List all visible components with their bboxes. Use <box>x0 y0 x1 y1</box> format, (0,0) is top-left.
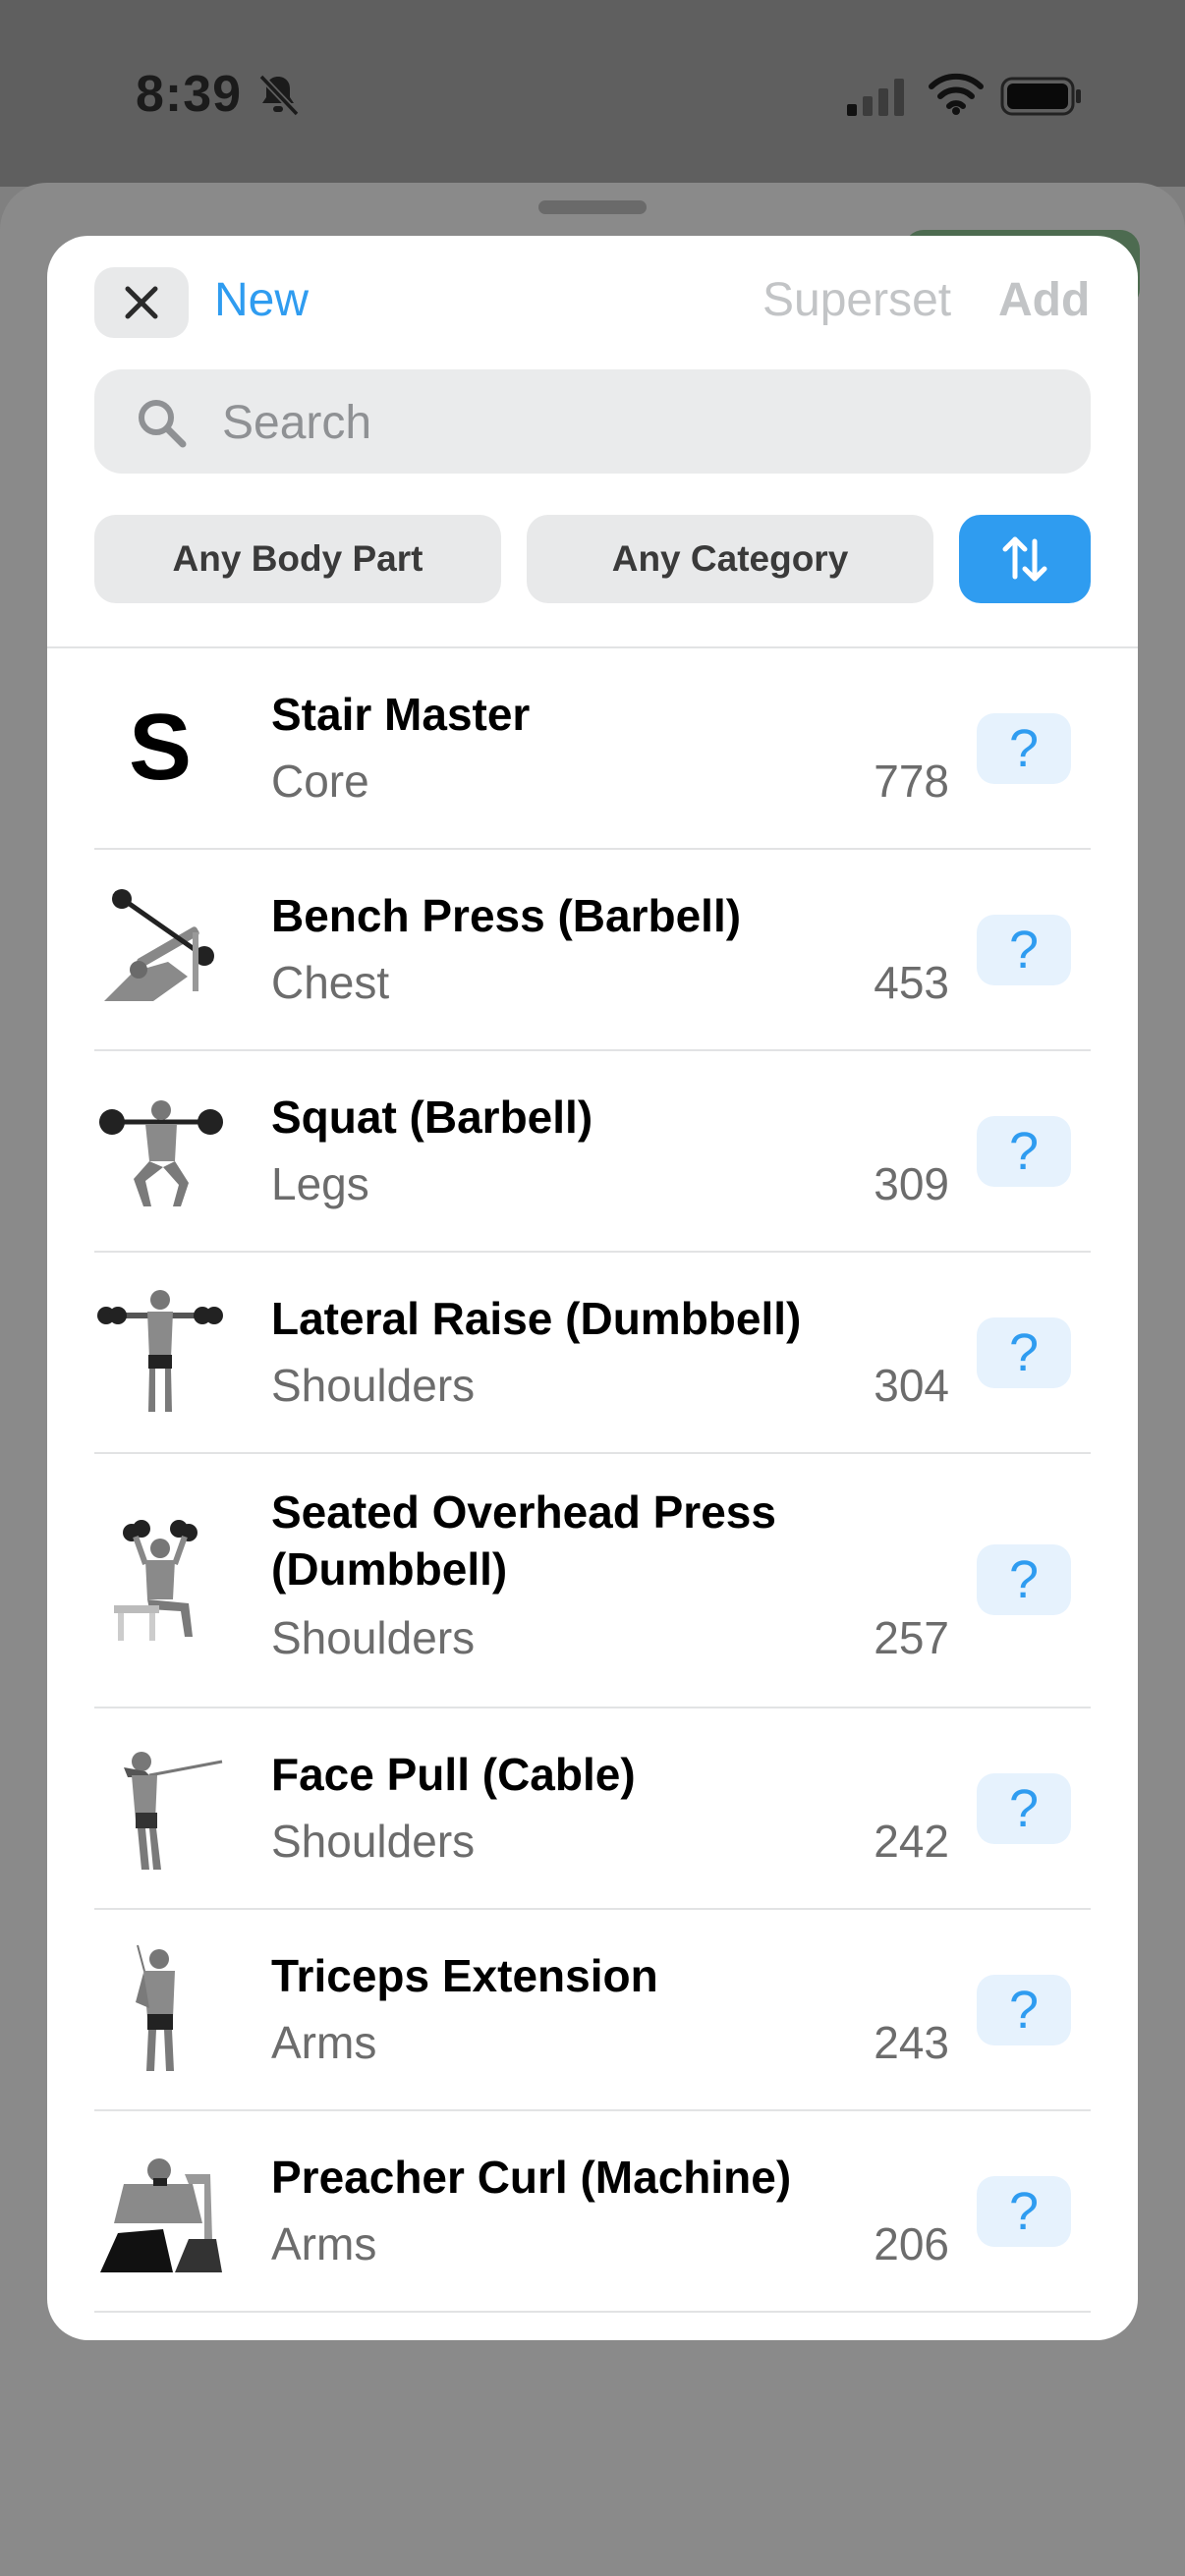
status-time: 8:39 <box>136 66 243 123</box>
exercise-body-part: Legs <box>271 1158 369 1209</box>
help-button[interactable]: ? <box>977 915 1071 985</box>
exercise-body-part: Arms <box>271 2218 377 2269</box>
close-button[interactable] <box>94 267 189 338</box>
body-part-filter-button[interactable]: Any Body Part <box>94 515 501 603</box>
exercise-row[interactable]: Face Pull (Cable) Shoulders 242 ? <box>47 1708 1138 1910</box>
face-pull-illustration <box>124 1752 223 1870</box>
exercise-row[interactable]: S Stair Master Core 778 ? <box>47 648 1138 850</box>
exercise-body-part: Arms <box>271 2017 377 2068</box>
wifi-icon <box>929 73 984 115</box>
exercise-row[interactable]: Lateral Raise (Dumbbell) Shoulders 304 ? <box>47 1253 1138 1454</box>
sort-button[interactable] <box>959 515 1091 603</box>
exercise-body-part: Shoulders <box>271 1612 476 1663</box>
bench-press-illustration <box>104 889 214 1001</box>
help-button[interactable]: ? <box>977 1544 1071 1615</box>
new-exercise-button[interactable]: New <box>214 273 309 327</box>
search-input[interactable] <box>220 369 1069 476</box>
preacher-curl-illustration <box>100 2158 222 2272</box>
exercise-row[interactable]: Seated Overhead Press (Dumbbell) Shoulde… <box>47 1454 1138 1708</box>
exercise-count: 304 <box>874 1360 949 1411</box>
row-divider <box>94 2311 1091 2313</box>
exercise-row[interactable]: Triceps Extension Arms 243 ? <box>47 1910 1138 2111</box>
exercise-body-part: Chest <box>271 957 390 1008</box>
question-mark-icon: ? <box>1008 1779 1040 1838</box>
exercise-name: Preacher Curl (Machine) <box>271 2152 792 2203</box>
add-button[interactable]: Add <box>998 273 1090 327</box>
exercise-name: Seated Overhead Press (Dumbbell) <box>271 1486 776 1595</box>
exercise-row[interactable]: Squat (Barbell) Legs 309 ? <box>47 1051 1138 1253</box>
exercise-letter-avatar: S <box>128 695 193 800</box>
help-button[interactable]: ? <box>977 1975 1071 2045</box>
cellular-signal-icon <box>847 79 904 116</box>
category-filter-button[interactable]: Any Category <box>527 515 933 603</box>
exercise-count: 206 <box>874 2218 949 2269</box>
help-button[interactable]: ? <box>977 1773 1071 1844</box>
question-mark-icon: ? <box>1008 719 1040 778</box>
exercise-name: Squat (Barbell) <box>271 1092 593 1143</box>
exercise-count: 257 <box>874 1612 949 1663</box>
exercise-count: 242 <box>874 1816 949 1867</box>
help-button[interactable]: ? <box>977 713 1071 784</box>
exercise-list: S Stair Master Core 778 ? Bench Press (B… <box>47 648 1138 2313</box>
question-mark-icon: ? <box>1008 2182 1040 2241</box>
status-bar: 8:39 <box>0 0 1185 187</box>
close-icon <box>125 286 158 319</box>
category-filter-label: Any Category <box>611 538 849 579</box>
help-button[interactable]: ? <box>977 1317 1071 1388</box>
triceps-extension-illustration <box>136 1944 175 2071</box>
question-mark-icon: ? <box>1008 1550 1040 1609</box>
body-part-filter-label: Any Body Part <box>172 538 423 579</box>
exercise-count: 243 <box>874 2017 949 2068</box>
search-icon <box>139 400 187 448</box>
squat-illustration <box>99 1100 223 1206</box>
exercise-body-part: Shoulders <box>271 1816 476 1867</box>
exercise-count: 309 <box>874 1158 949 1209</box>
exercise-count: 778 <box>874 756 949 807</box>
help-button[interactable]: ? <box>977 1116 1071 1187</box>
exercise-name: Face Pull (Cable) <box>271 1749 636 1800</box>
question-mark-icon: ? <box>1008 1981 1040 2040</box>
exercise-body-part: Core <box>271 756 369 807</box>
exercise-count: 453 <box>874 957 949 1008</box>
lateral-raise-illustration <box>97 1290 223 1412</box>
exercise-row[interactable]: Bench Press (Barbell) Chest 453 ? <box>47 850 1138 1051</box>
bell-slash-icon <box>258 74 300 117</box>
question-mark-icon: ? <box>1008 921 1040 980</box>
exercise-name: Stair Master <box>271 689 531 740</box>
exercise-body-part: Shoulders <box>271 1360 476 1411</box>
exercise-name: Bench Press (Barbell) <box>271 890 742 941</box>
question-mark-icon: ? <box>1008 1323 1040 1382</box>
exercise-name: Triceps Extension <box>271 1950 658 2001</box>
exercise-row[interactable]: Preacher Curl (Machine) Arms 206 ? <box>47 2111 1138 2313</box>
help-button[interactable]: ? <box>977 2176 1071 2247</box>
search-bar[interactable] <box>94 369 1091 476</box>
sort-arrows-icon <box>1002 536 1047 582</box>
battery-icon <box>1000 77 1081 116</box>
question-mark-icon: ? <box>1008 1122 1040 1181</box>
add-exercise-modal: New Superset Add Any Body Part Any Categ… <box>47 236 1138 2340</box>
exercise-name: Lateral Raise (Dumbbell) <box>271 1293 802 1344</box>
seated-press-illustration <box>114 1520 198 1641</box>
superset-button[interactable]: Superset <box>762 273 951 327</box>
sheet-grabber[interactable] <box>538 200 647 214</box>
